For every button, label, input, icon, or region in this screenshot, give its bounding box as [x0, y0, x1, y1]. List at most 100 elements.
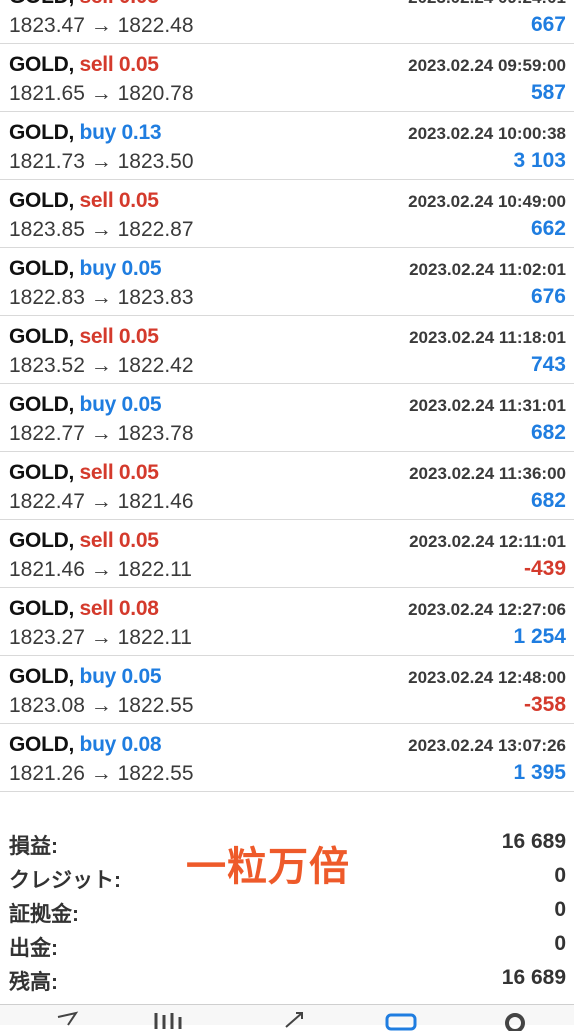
close-price: 1823.50 — [117, 150, 194, 173]
symbol: GOLD, — [9, 0, 74, 8]
trade-volume: 0.05 — [121, 393, 162, 416]
open-price: 1821.26 — [9, 762, 85, 785]
open-price: 1823.08 — [9, 694, 85, 717]
open-price: 1821.73 — [9, 150, 85, 173]
arrow-icon: → — [90, 558, 112, 581]
bottom-tab-bar — [0, 1004, 574, 1031]
trade-prices: 1821.73 → 1823.50 — [9, 150, 194, 174]
open-price: 1822.83 — [9, 286, 85, 309]
trade-prices: 1822.77 → 1823.78 — [9, 422, 194, 446]
trade-time: 2023.02.24 11:36:00 — [409, 464, 566, 483]
trade-volume: 0.05 — [121, 257, 162, 280]
trade-row[interactable]: GOLD, sell 0.05 2023.02.24 09:59:00 1821.6… — [0, 44, 574, 112]
trade-row[interactable]: GOLD, sell 0.05 2023.02.24 12:11:01 1821.4… — [0, 520, 574, 588]
trade-prices: 1823.47 → 1822.48 — [9, 14, 194, 38]
open-price: 1821.65 — [9, 82, 85, 105]
arrow-icon: → — [90, 490, 112, 513]
symbol: GOLD, — [9, 121, 74, 144]
symbol: GOLD, — [9, 325, 74, 348]
trade-row[interactable]: GOLD, buy 0.05 2023.02.24 11:02:01 1822.83… — [0, 248, 574, 316]
trade-profit: 682 — [530, 421, 566, 444]
trade-volume: 0.05 — [118, 529, 159, 552]
summary-label: クレジット: — [9, 869, 121, 892]
trade-side: sell — [79, 325, 114, 348]
trade-row[interactable]: GOLD, buy 0.08 2023.02.24 13:07:26 1821.26… — [0, 724, 574, 792]
trade-time: 2023.02.24 12:11:01 — [409, 532, 566, 551]
trade-profit: -439 — [523, 557, 566, 580]
trade-side: sell — [79, 461, 114, 484]
trade-profit: 667 — [530, 13, 566, 36]
trade-row[interactable]: GOLD, buy 0.05 2023.02.24 12:48:00 1823.08… — [0, 656, 574, 724]
symbol: GOLD, — [9, 257, 74, 280]
trade-volume: 0.05 — [121, 665, 162, 688]
open-price: 1822.47 — [9, 490, 85, 513]
summary-label: 損益: — [9, 835, 58, 858]
trade-icon[interactable] — [280, 1011, 314, 1031]
open-price: 1823.47 — [9, 14, 85, 37]
trade-title: GOLD, buy 0.08 — [9, 733, 162, 757]
trade-side: buy — [79, 121, 117, 144]
trade-prices: 1823.52 → 1822.42 — [9, 354, 194, 378]
open-price: 1821.46 — [9, 558, 85, 581]
summary-value: 0 — [554, 898, 566, 921]
close-price: 1822.87 — [117, 218, 194, 241]
history-icon[interactable] — [384, 1011, 418, 1031]
open-price: 1823.85 — [9, 218, 85, 241]
trade-row[interactable]: GOLD, buy 0.13 2023.02.24 10:00:38 1821.73… — [0, 112, 574, 180]
trade-title: GOLD, sell 0.05 — [9, 53, 159, 77]
trade-title: GOLD, sell 0.05 — [9, 529, 159, 553]
trade-row[interactable]: GOLD, sell 0.05 2023.02.24 10:49:00 1823.8… — [0, 180, 574, 248]
close-price: 1822.11 — [117, 626, 192, 649]
settings-icon[interactable] — [498, 1011, 532, 1031]
trade-profit: 3 103 — [513, 149, 566, 172]
trade-side: buy — [79, 665, 117, 688]
trade-row[interactable]: GOLD, sell 0.08 2023.02.24 12:27:06 1823.2… — [0, 588, 574, 656]
arrow-icon: → — [90, 82, 112, 105]
summary-row: 出金: 0 — [0, 930, 574, 964]
trade-side: sell — [79, 53, 114, 76]
chart-icon[interactable] — [150, 1011, 184, 1031]
trade-volume: 0.08 — [118, 597, 159, 620]
trade-row[interactable]: GOLD, sell 0.05 2023.02.24 11:18:01 1823.5… — [0, 316, 574, 384]
arrow-icon: → — [90, 218, 112, 241]
trade-volume: 0.05 — [119, 0, 159, 8]
close-price: 1820.78 — [117, 82, 194, 105]
trade-title: GOLD, buy 0.05 — [9, 393, 162, 417]
symbol: GOLD, — [9, 665, 74, 688]
trade-title: GOLD, sell 0.08 — [9, 597, 159, 621]
trade-prices: 1821.65 → 1820.78 — [9, 82, 194, 106]
trade-title: GOLD, sell 0.05 — [9, 325, 159, 349]
trade-title: GOLD, buy 0.05 — [9, 665, 162, 689]
quotes-icon[interactable] — [50, 1011, 84, 1031]
arrow-icon: → — [90, 354, 112, 377]
trade-title: GOLD, sell 0.05 — [9, 189, 159, 213]
trade-prices: 1821.46 → 1822.11 — [9, 558, 192, 582]
trade-title: GOLD, buy 0.13 — [9, 121, 162, 145]
trade-profit: 1 254 — [513, 625, 566, 648]
symbol: GOLD, — [9, 597, 74, 620]
trade-time: 2023.02.24 13:07:26 — [408, 736, 566, 755]
symbol: GOLD, — [9, 733, 74, 756]
trade-profit: 682 — [530, 489, 566, 512]
symbol: GOLD, — [9, 393, 74, 416]
trade-side: sell — [79, 529, 114, 552]
trade-prices: 1821.26 → 1822.55 — [9, 762, 194, 786]
summary-value: 16 689 — [501, 966, 566, 989]
trade-profit: 743 — [530, 353, 566, 376]
close-price: 1822.11 — [117, 558, 192, 581]
trade-side: buy — [79, 257, 117, 280]
trade-row[interactable]: GOLD, sell 0.05 2023.02.24 09:24:01 1823.4… — [0, 0, 574, 44]
close-price: 1822.42 — [117, 354, 194, 377]
trade-profit: 662 — [530, 217, 566, 240]
trade-prices: 1822.83 → 1823.83 — [9, 286, 194, 310]
trade-title: GOLD, sell 0.05 — [9, 461, 159, 485]
trade-profit: 587 — [530, 81, 566, 104]
trade-row[interactable]: GOLD, buy 0.05 2023.02.24 11:31:01 1822.77… — [0, 384, 574, 452]
symbol: GOLD, — [9, 53, 74, 76]
trade-prices: 1823.27 → 1822.11 — [9, 626, 192, 650]
trade-time: 2023.02.24 11:18:01 — [409, 328, 566, 347]
trade-time: 2023.02.24 11:31:01 — [409, 396, 566, 415]
trade-title: GOLD, buy 0.05 — [9, 257, 162, 281]
trade-profit: -358 — [523, 693, 566, 716]
trade-row[interactable]: GOLD, sell 0.05 2023.02.24 11:36:00 1822.4… — [0, 452, 574, 520]
